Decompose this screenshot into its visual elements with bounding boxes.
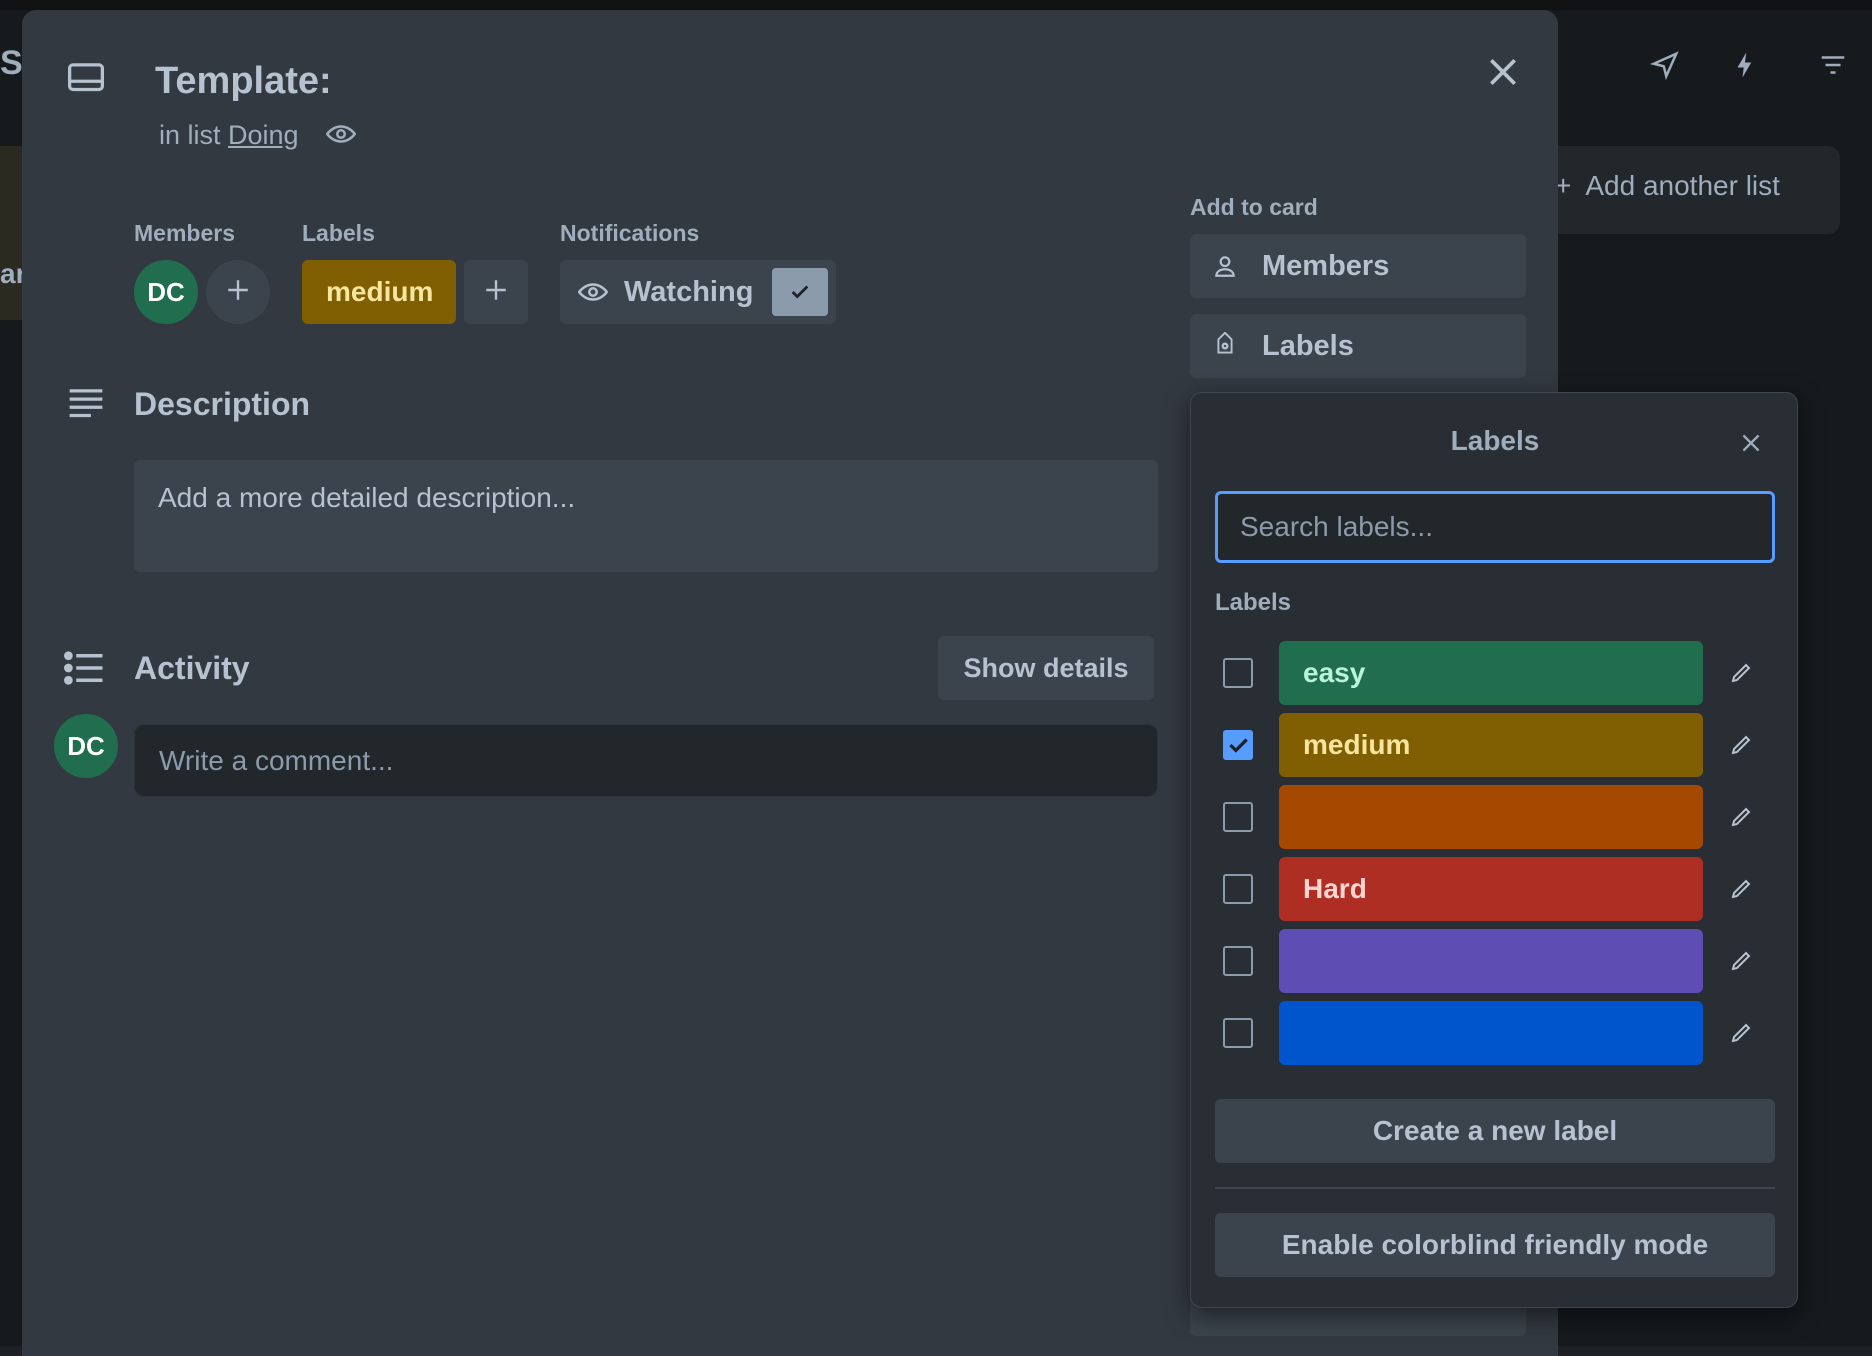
label-bar[interactable]: easy <box>1279 641 1703 705</box>
label-checkbox[interactable] <box>1223 1018 1253 1048</box>
watch-button[interactable]: Watching <box>560 260 836 324</box>
card-icon <box>66 60 106 101</box>
create-label-button[interactable]: Create a new label <box>1215 1099 1775 1163</box>
close-icon[interactable] <box>1731 423 1771 463</box>
add-another-list-label: + Add another list <box>1555 170 1780 201</box>
label-row <box>1215 1001 1775 1065</box>
description-heading: Description <box>134 386 311 422</box>
share-icon[interactable] <box>1649 50 1680 81</box>
eye-icon <box>577 280 609 309</box>
label-row <box>1215 929 1775 993</box>
popover-title: Labels <box>1450 425 1540 456</box>
labels-popover: Labels Labels easy medium Hard Create a … <box>1190 392 1798 1308</box>
label-checkbox[interactable] <box>1223 802 1253 832</box>
card-label-chip[interactable]: medium <box>302 260 456 324</box>
card-list-info: in list Doing <box>159 120 357 152</box>
label-row: easy <box>1215 641 1775 705</box>
plus-icon <box>483 277 509 308</box>
tag-icon <box>1210 331 1240 361</box>
sidebar-labels-button[interactable]: Labels <box>1190 314 1526 378</box>
label-row: medium <box>1215 713 1775 777</box>
watching-label: Watching <box>624 276 754 308</box>
label-checkbox[interactable] <box>1223 730 1253 760</box>
automation-icon[interactable] <box>1730 50 1760 80</box>
add-member-button[interactable] <box>206 260 270 324</box>
members-section-label: Members <box>134 220 235 246</box>
pencil-icon[interactable] <box>1725 945 1757 977</box>
watching-check-icon <box>772 268 828 316</box>
colorblind-mode-button[interactable]: Enable colorblind friendly mode <box>1215 1213 1775 1277</box>
label-checkbox[interactable] <box>1223 946 1253 976</box>
card-title[interactable]: Template: <box>155 60 332 103</box>
activity-icon <box>64 650 106 691</box>
close-icon[interactable] <box>1483 52 1523 97</box>
labels-section-label: Labels <box>302 220 375 246</box>
label-row: Hard <box>1215 857 1775 921</box>
member-avatar[interactable]: DC <box>134 260 198 324</box>
label-checkbox[interactable] <box>1223 658 1253 688</box>
label-row <box>1215 785 1775 849</box>
search-labels-input[interactable] <box>1215 491 1775 563</box>
pencil-icon[interactable] <box>1725 729 1757 761</box>
notifications-section-label: Notifications <box>560 220 700 246</box>
sidebar-members-button[interactable]: Members <box>1190 234 1526 298</box>
filter-icon[interactable] <box>1818 50 1848 80</box>
plus-icon <box>225 277 251 308</box>
list-link[interactable]: Doing <box>228 120 299 150</box>
label-bar[interactable] <box>1279 785 1703 849</box>
label-checkbox[interactable] <box>1223 874 1253 904</box>
label-bar[interactable] <box>1279 1001 1703 1065</box>
eye-icon <box>325 121 357 152</box>
commenter-avatar: DC <box>54 714 118 778</box>
add-label-button[interactable] <box>464 260 528 324</box>
show-details-button[interactable]: Show details <box>938 636 1154 700</box>
pencil-icon[interactable] <box>1725 801 1757 833</box>
pencil-icon[interactable] <box>1725 657 1757 689</box>
person-icon <box>1210 251 1240 281</box>
pencil-icon[interactable] <box>1725 873 1757 905</box>
label-bar[interactable]: Hard <box>1279 857 1703 921</box>
comment-input[interactable]: Write a comment... <box>134 724 1158 797</box>
board-title-fragment: S <box>0 44 23 82</box>
label-bar[interactable]: medium <box>1279 713 1703 777</box>
top-bar <box>0 0 1872 10</box>
label-bar[interactable] <box>1279 929 1703 993</box>
divider <box>1215 1187 1775 1189</box>
activity-heading: Activity <box>134 650 250 686</box>
pencil-icon[interactable] <box>1725 1017 1757 1049</box>
labels-list-heading: Labels <box>1215 589 1292 616</box>
add-to-card-label: Add to card <box>1190 194 1318 220</box>
description-input[interactable]: Add a more detailed description... <box>134 460 1158 572</box>
description-icon <box>66 386 106 427</box>
